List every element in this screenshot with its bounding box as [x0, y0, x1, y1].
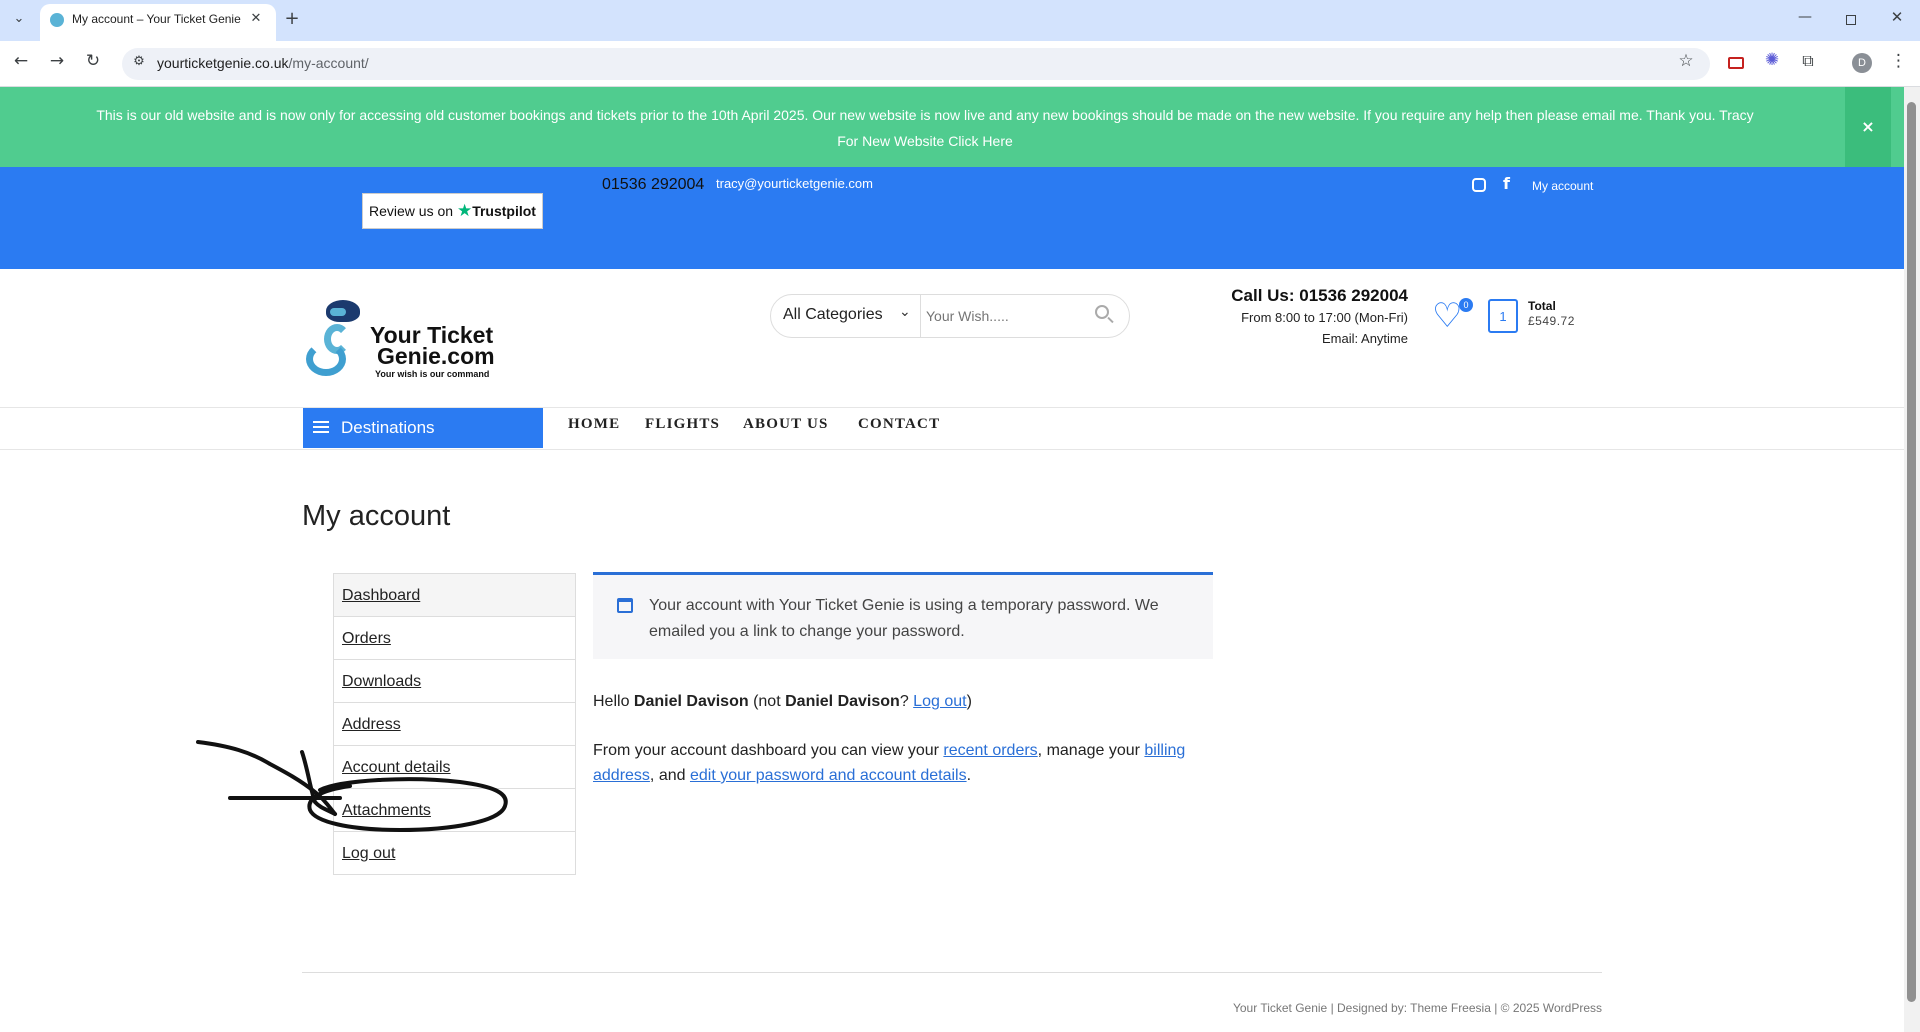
- back-icon[interactable]: ←: [11, 53, 31, 70]
- email-anytime: Email: Anytime: [1322, 331, 1408, 346]
- genie-logo-icon: [306, 300, 366, 376]
- destinations-menu-button[interactable]: Destinations: [303, 408, 543, 448]
- cart-total-value: £549.72: [1528, 314, 1575, 328]
- account-nav-dashboard[interactable]: Dashboard: [333, 574, 576, 617]
- question-mark: ?: [899, 693, 909, 710]
- site-info-icon[interactable]: ⚙: [131, 55, 147, 68]
- cart-button[interactable]: 1: [1488, 299, 1518, 333]
- call-us: Call Us: 01536 292004: [1231, 286, 1408, 305]
- facebook-icon[interactable]: f: [1503, 174, 1510, 193]
- opening-hours: From 8:00 to 17:00 (Mon-Fri): [1241, 310, 1408, 325]
- nav-top-rule: [0, 407, 1904, 408]
- cast-icon[interactable]: [1728, 57, 1744, 69]
- new-website-link[interactable]: For New Website Click Here: [0, 131, 1850, 151]
- billing-link-part1[interactable]: billing: [1144, 742, 1185, 759]
- trustpilot-badge[interactable]: Review us on ★Trustpilot: [362, 193, 543, 229]
- trustpilot-star-icon: ★: [456, 201, 473, 220]
- old-website-notice: This is our old website and is now only …: [0, 87, 1904, 167]
- chevron-down-icon: ⌄: [899, 304, 911, 320]
- dashboard-intro: From your account dashboard you can view…: [593, 738, 1213, 788]
- logout-link[interactable]: Log out: [913, 693, 966, 710]
- account-nav-downloads[interactable]: Downloads: [333, 660, 576, 703]
- bookmark-star-icon[interactable]: ☆: [1677, 53, 1695, 70]
- browser-menu-icon[interactable]: ⋮: [1890, 53, 1907, 70]
- tab-title: My account – Your Ticket Genie: [72, 12, 241, 26]
- page-title: My account: [302, 500, 451, 532]
- forward-icon[interactable]: →: [47, 53, 67, 70]
- extensions-puzzle-icon[interactable]: ⧉: [1799, 53, 1817, 69]
- user-name: Daniel Davison: [633, 693, 749, 710]
- extension-star-icon[interactable]: ✺: [1763, 52, 1781, 69]
- recent-orders-link[interactable]: recent orders: [943, 742, 1037, 759]
- minimize-icon[interactable]: —: [1797, 10, 1813, 24]
- topbar-email[interactable]: tracy@yourticketgenie.com: [716, 176, 873, 191]
- wishlist-count-badge: 0: [1459, 298, 1473, 312]
- hello-line: Hello Daniel Davison (not Daniel Davison…: [593, 693, 972, 711]
- dashboard-text-2: , manage your: [1037, 742, 1140, 759]
- trustpilot-prefix: Review us on: [369, 203, 454, 219]
- close-window-icon[interactable]: ✕: [1889, 10, 1905, 25]
- notice-close-button[interactable]: ×: [1845, 87, 1891, 167]
- logo-tagline: Your wish is our command: [375, 369, 490, 379]
- nav-home[interactable]: HOME: [568, 416, 620, 433]
- search-input[interactable]: [924, 300, 1084, 332]
- info-window-icon: [617, 598, 633, 613]
- hello-prefix: Hello: [593, 693, 630, 710]
- dashboard-text-3: , and: [649, 767, 686, 784]
- url-path: /my-account/: [288, 55, 369, 71]
- tab-close-icon[interactable]: ✕: [248, 12, 264, 28]
- period: .: [966, 767, 972, 784]
- category-select[interactable]: All Categories ⌄: [771, 295, 921, 337]
- cart-count: 1: [1499, 309, 1507, 324]
- topbar-phone: 01536 292004: [602, 176, 705, 193]
- nav-bottom-rule: [0, 449, 1904, 450]
- temporary-password-notice: Your account with Your Ticket Genie is u…: [593, 572, 1213, 659]
- footer-credits: Your Ticket Genie | Designed by: Theme F…: [1232, 1001, 1602, 1015]
- search-icon[interactable]: [1095, 305, 1115, 325]
- billing-link-part2[interactable]: address: [593, 767, 650, 784]
- logo-line2: Genie.com: [377, 343, 495, 369]
- notice-text: This is our old website and is now only …: [96, 107, 1754, 123]
- nav-flights[interactable]: FLIGHTS: [645, 416, 720, 433]
- not-prefix: (not: [753, 693, 781, 710]
- url-host: yourticketgenie.co.uk: [157, 55, 289, 71]
- temporary-password-message: Your account with Your Ticket Genie is u…: [649, 597, 1159, 640]
- user-name-repeat: Daniel Davison: [785, 693, 900, 710]
- url-text[interactable]: yourticketgenie.co.uk/my-account/: [157, 55, 369, 71]
- nav-contact[interactable]: CONTACT: [858, 416, 940, 433]
- instagram-icon[interactable]: [1472, 178, 1486, 192]
- close-paren: ): [966, 693, 972, 710]
- edit-account-link[interactable]: edit your password and account details: [690, 767, 967, 784]
- hamburger-icon: [313, 418, 329, 436]
- destinations-label: Destinations: [341, 418, 435, 437]
- account-nav-orders[interactable]: Orders: [333, 617, 576, 660]
- site-logo[interactable]: Your Ticket Genie.com Your wish is our c…: [302, 286, 512, 382]
- hand-drawn-arrow-annotation: [196, 740, 508, 833]
- scrollbar-thumb[interactable]: [1907, 102, 1916, 1002]
- nav-about-us[interactable]: ABOUT US: [743, 416, 829, 433]
- profile-avatar[interactable]: D: [1852, 53, 1872, 73]
- new-tab-icon[interactable]: +: [283, 10, 301, 28]
- trustpilot-brand: Trustpilot: [472, 203, 536, 219]
- top-contact-bar: [0, 167, 1904, 269]
- cart-total-label: Total: [1528, 299, 1556, 313]
- reload-icon[interactable]: ↻: [83, 53, 103, 70]
- dashboard-text-1: From your account dashboard you can view…: [593, 742, 939, 759]
- maximize-icon[interactable]: [1846, 15, 1856, 25]
- tab-favicon: [50, 13, 64, 27]
- tab-search-icon[interactable]: ⌄: [10, 12, 28, 30]
- topbar-my-account[interactable]: My account: [1532, 179, 1593, 193]
- category-select-value: All Categories: [783, 306, 883, 323]
- footer-rule: [302, 972, 1602, 973]
